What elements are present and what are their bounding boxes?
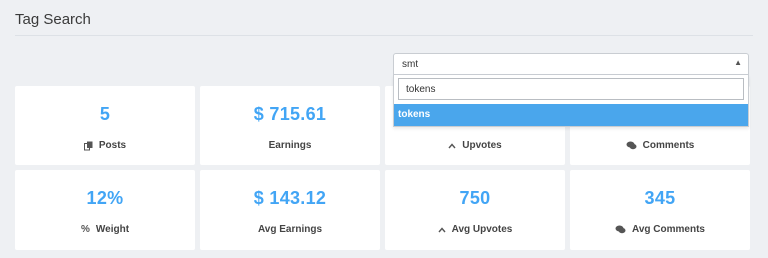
page-title: Tag Search [15, 11, 91, 28]
stat-value: 12% [86, 188, 124, 208]
stat-label-row: Avg Earnings [200, 224, 380, 235]
chevron-up-icon [438, 226, 446, 233]
stat-value: 750 [459, 188, 491, 208]
stat-label-row: Comments [570, 140, 750, 151]
stat-label: Earnings [268, 140, 312, 151]
stat-value: $ 715.61 [253, 104, 327, 124]
stat-card-posts: 5 Posts [15, 86, 195, 165]
percent-icon: % [80, 224, 90, 235]
files-icon [83, 141, 93, 151]
caret-up-icon[interactable]: ▲ [734, 58, 742, 67]
stat-label: Avg Comments [632, 224, 705, 235]
stat-card-avg-comments: 345 Avg Comments [570, 170, 750, 250]
header-divider [15, 35, 753, 36]
stat-card-weight: 12% % Weight [15, 170, 195, 250]
stat-label: Avg Upvotes [451, 224, 513, 235]
tag-search-input[interactable] [398, 78, 744, 100]
stat-label-row: Earnings [200, 140, 380, 151]
stat-label-row: Upvotes [385, 140, 565, 151]
comments-icon [626, 141, 637, 150]
dropdown-option-tokens[interactable]: tokens [394, 104, 748, 126]
stat-card-earnings: $ 715.61 Earnings [200, 86, 380, 165]
stat-label: Posts [98, 140, 127, 151]
comments-icon [615, 225, 626, 234]
stat-value: 345 [644, 188, 676, 208]
page-header: Tag Search [0, 0, 768, 40]
tag-dropdown: tokens [393, 75, 749, 127]
chevron-up-icon [448, 142, 456, 149]
stat-label-row: Posts [15, 140, 195, 151]
stat-label-row: Avg Upvotes [385, 224, 565, 235]
stat-value: $ 143.12 [253, 188, 327, 208]
stat-value: 5 [99, 104, 111, 124]
stat-card-avg-earnings: $ 143.12 Avg Earnings [200, 170, 380, 250]
tag-select-value: smt [402, 59, 419, 70]
tag-select[interactable]: smt ▲ [393, 53, 749, 75]
stat-label-row: % Weight [15, 224, 195, 235]
stat-card-avg-upvotes: 750 Avg Upvotes [385, 170, 565, 250]
stat-label: Avg Earnings [257, 224, 323, 235]
stat-label: Upvotes [462, 140, 502, 151]
stat-label: Weight [95, 224, 130, 235]
stat-label-row: Avg Comments [570, 224, 750, 235]
stat-label: Comments [642, 140, 695, 151]
